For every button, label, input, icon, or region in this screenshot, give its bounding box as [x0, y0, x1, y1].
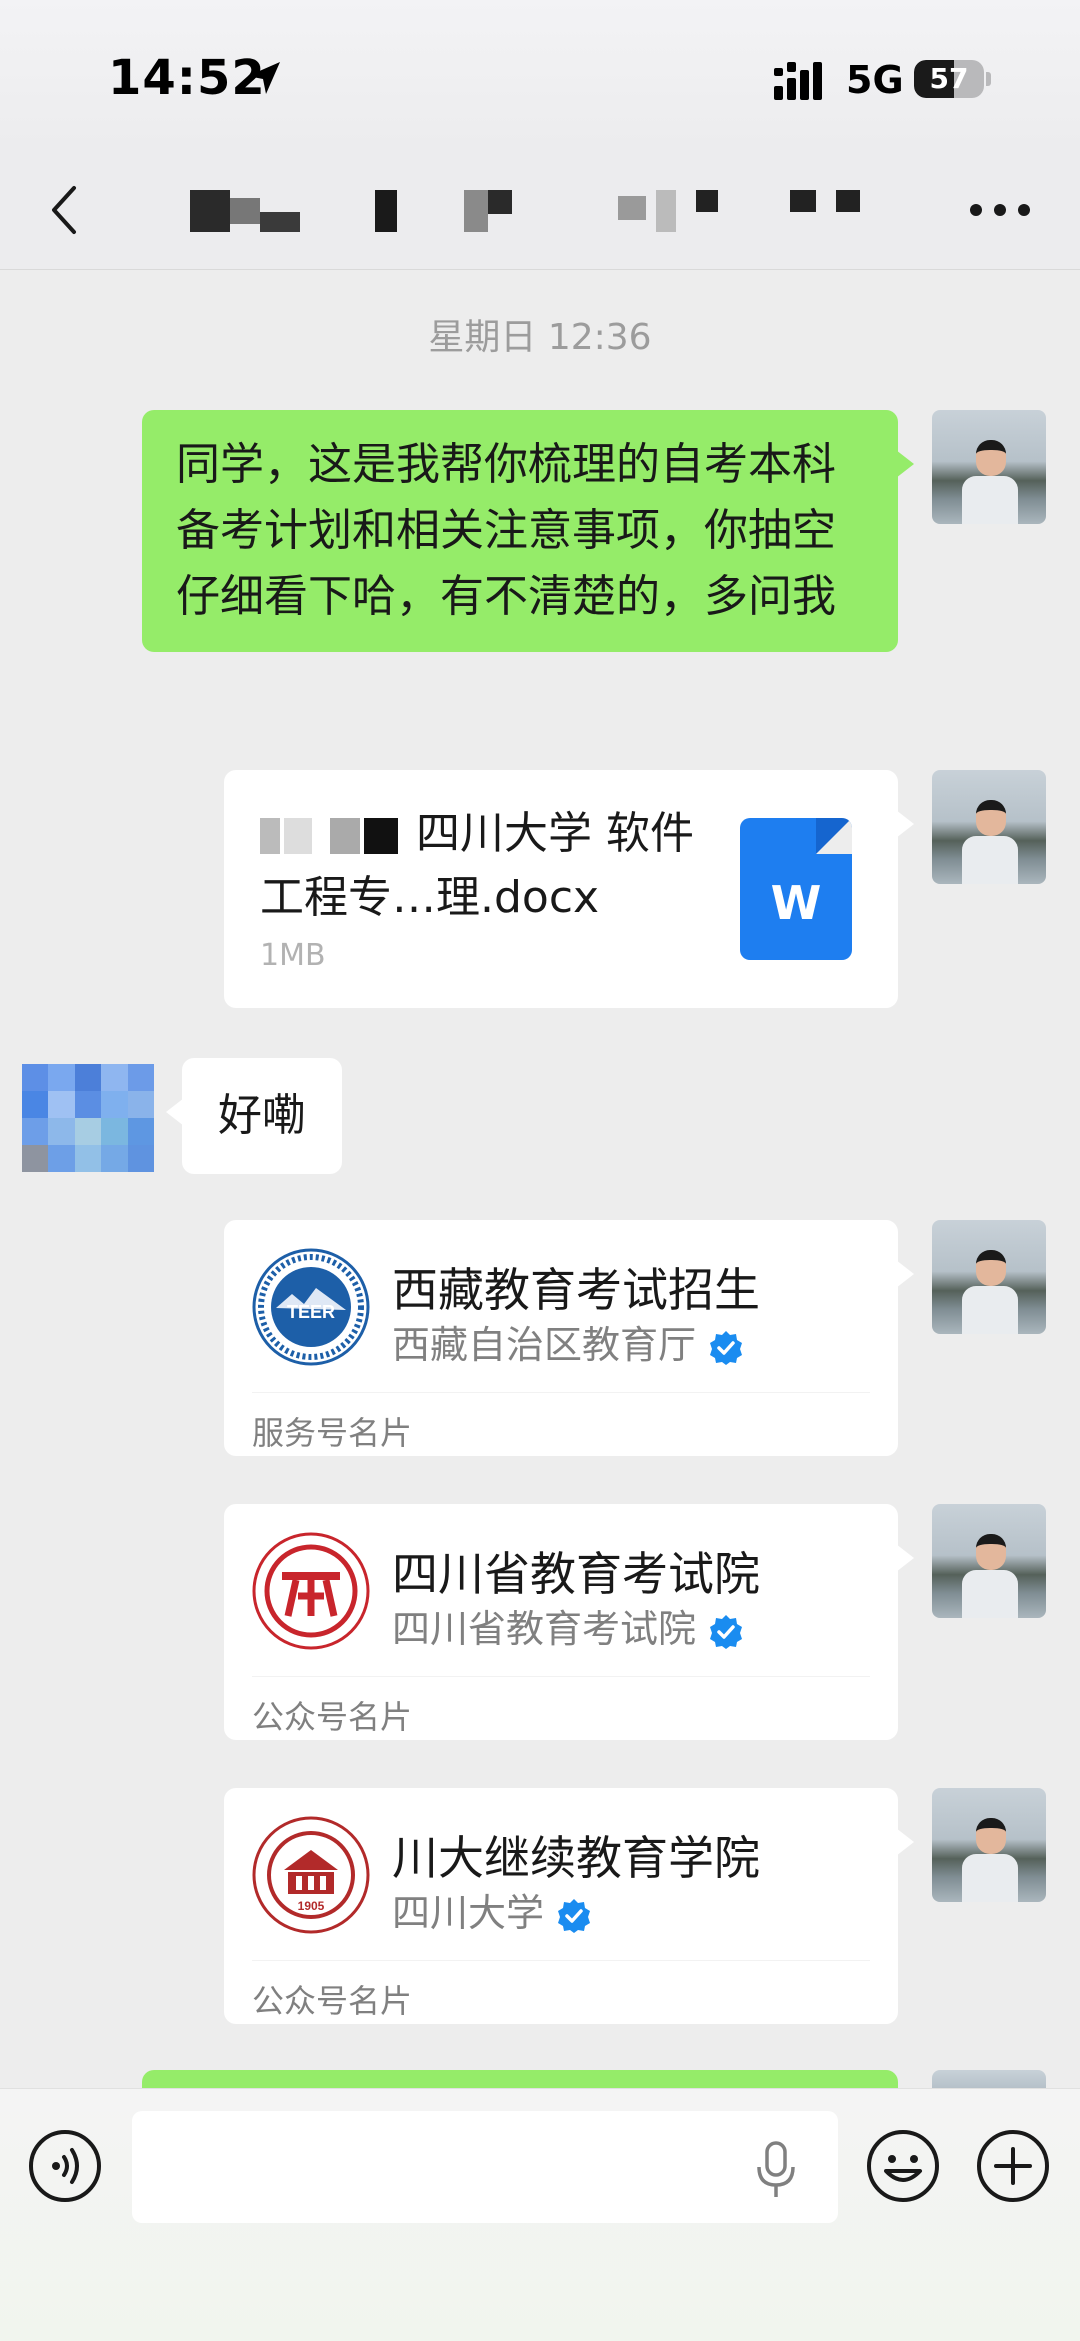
svg-text:1905: 1905	[298, 1899, 325, 1913]
contact-card-3[interactable]: 1905 川大继续教育学院 四川大学 公众号名片	[224, 1788, 914, 2024]
input-bar	[0, 2088, 1080, 2341]
message-input[interactable]	[132, 2111, 838, 2223]
more-icon[interactable]	[968, 202, 1032, 218]
my-avatar[interactable]	[932, 1504, 1046, 1618]
voice-icon[interactable]	[28, 2129, 102, 2203]
contact-card-1[interactable]: TEER 西藏教育考试招生 西藏自治区教育厅 服务号名片	[224, 1220, 914, 1456]
account-name: 西藏教育考试招生	[392, 1263, 760, 1317]
contact-avatar[interactable]	[22, 1064, 154, 1172]
card-divider	[252, 1676, 870, 1677]
message-bubble-received[interactable]: 好嘞	[166, 1058, 342, 1174]
scu-continuing-education-logo-icon: 1905	[252, 1816, 370, 1934]
chat-title-redacted	[190, 190, 910, 232]
sceea-logo-icon	[252, 1532, 370, 1650]
nav-bar	[0, 150, 1080, 270]
plus-icon[interactable]	[976, 2129, 1050, 2203]
contact-card-2[interactable]: 四川省教育考试院 四川省教育考试院 公众号名片	[224, 1504, 914, 1740]
file-name: 四川大学 软件工程专…理.docx	[260, 802, 700, 930]
redacted-block	[260, 818, 280, 854]
message-timestamp: 星期日 12:36	[428, 317, 652, 358]
card-divider	[252, 1960, 870, 1961]
account-owner: 四川省教育考试院	[392, 1598, 744, 1653]
svg-text:TEER: TEER	[287, 1302, 335, 1322]
card-type-label: 公众号名片	[252, 1698, 413, 1736]
word-document-icon: W	[740, 818, 852, 960]
status-time: 14:52	[108, 50, 266, 106]
network-type: 5G	[846, 58, 904, 102]
verified-badge-icon	[558, 1898, 591, 1933]
account-owner: 四川大学	[392, 1882, 592, 1937]
mic-icon[interactable]	[754, 2141, 798, 2201]
file-message-card[interactable]: 四川大学 软件工程专…理.docx 1MB W	[224, 770, 914, 1008]
message-bubble-sent[interactable]: 同学，这是我帮你梳理的自考本科备考计划和相关注意事项，你抽空仔细看下哈，有不清楚…	[142, 410, 914, 652]
location-arrow-icon	[248, 62, 280, 94]
cellular-signal-icon	[774, 62, 822, 100]
redacted-block	[330, 818, 360, 854]
account-name: 川大继续教育学院	[392, 1831, 760, 1885]
verified-badge-icon	[710, 1330, 743, 1365]
my-avatar[interactable]	[932, 1220, 1046, 1334]
my-avatar[interactable]	[932, 770, 1046, 884]
teer-logo-icon: TEER	[252, 1248, 370, 1366]
account-owner: 西藏自治区教育厅	[392, 1314, 744, 1369]
card-type-label: 公众号名片	[252, 1982, 413, 2020]
account-owner-text: 西藏自治区教育厅	[392, 1323, 697, 1367]
my-avatar[interactable]	[932, 410, 1046, 524]
account-owner-text: 四川省教育考试院	[392, 1607, 697, 1651]
redacted-block	[284, 818, 312, 854]
status-bar: 14:52 5G 57	[0, 0, 1080, 150]
battery-level: 57	[929, 62, 969, 95]
card-type-label: 服务号名片	[252, 1414, 413, 1452]
redacted-block	[364, 818, 398, 854]
verified-badge-icon	[710, 1614, 743, 1649]
file-name-text: 四川大学 软件工程专…理.docx	[260, 808, 694, 923]
battery-icon: 57	[914, 60, 984, 98]
emoji-icon[interactable]	[866, 2129, 940, 2203]
file-size: 1MB	[260, 938, 326, 973]
account-owner-text: 四川大学	[392, 1891, 545, 1935]
battery-tip	[986, 72, 991, 86]
account-name: 四川省教育考试院	[392, 1547, 760, 1601]
card-divider	[252, 1392, 870, 1393]
my-avatar[interactable]	[932, 1788, 1046, 1902]
back-icon[interactable]	[40, 180, 90, 240]
